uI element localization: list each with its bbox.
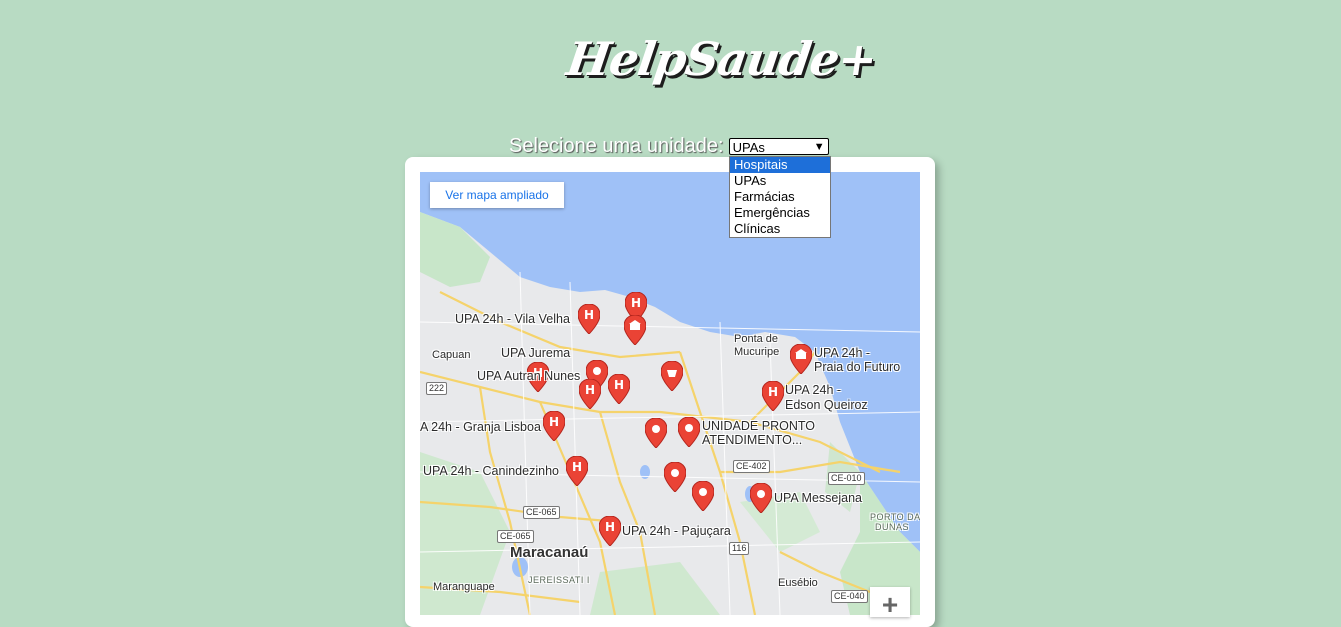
hospital-pin-icon[interactable]: H [579, 379, 601, 409]
map-view[interactable]: H H H H H H H H H UPA 24h - Vila Velha C… [420, 172, 920, 615]
map-label-jurema: UPA Jurema [501, 346, 571, 360]
zoom-in-button[interactable]: + [870, 587, 910, 620]
map-label-canindezinho: UPA 24h - Canindezinho [423, 464, 559, 478]
map-label-ponta-2: Mucuripe [734, 346, 780, 358]
road-shield: CE-065 [523, 506, 560, 519]
hospital-pin-icon[interactable]: H [762, 381, 784, 411]
location-pin-icon[interactable] [645, 418, 667, 448]
chevron-down-icon: ▼ [813, 140, 825, 153]
map-label-unidade-1: UNIDADE PRONTO [702, 419, 815, 433]
map-label-edson-2: Edson Queiroz [785, 398, 868, 412]
hospital-pin-icon[interactable]: H [578, 304, 600, 334]
map-label-eusebio: Eusébio [778, 577, 818, 589]
location-pin-icon[interactable] [750, 483, 772, 513]
map-label-porto-2: DUNAS [875, 522, 910, 532]
map-label-messejana: UPA Messejana [774, 491, 863, 505]
dropdown-option-clinicas[interactable]: Clínicas [730, 221, 830, 237]
map-label-futuro-1: UPA 24h - [814, 346, 871, 360]
unit-selector-label: Selecione uma unidade: [509, 134, 724, 157]
svg-text:H: H [614, 378, 624, 392]
map-label-edson-1: UPA 24h - [785, 383, 842, 397]
svg-text:H: H [585, 383, 595, 397]
svg-text:H: H [572, 460, 582, 474]
road-shield: CE-040 [831, 590, 868, 603]
location-pin-icon[interactable] [664, 462, 686, 492]
dropdown-option-hospitais[interactable]: Hospitais [730, 157, 830, 173]
hospital-pin-icon[interactable]: H [566, 456, 588, 486]
map-label-autran: UPA Autran Nunes [477, 369, 581, 383]
map-label-futuro-2: Praia do Futuro [814, 360, 901, 374]
dropdown-option-farmacias[interactable]: Farmácias [730, 189, 830, 205]
road-shield: CE-065 [497, 530, 534, 543]
svg-text:H: H [584, 308, 594, 322]
hospital-pin-icon[interactable]: H [543, 411, 565, 441]
government-pin-icon[interactable] [790, 344, 812, 374]
map-label-vila-velha: UPA 24h - Vila Velha [455, 312, 570, 326]
pharmacy-pin-icon[interactable] [661, 361, 683, 391]
road-shield: 222 [426, 382, 448, 395]
map-label-jereissati: JEREISSATI I [528, 575, 590, 585]
road-shield: CE-402 [733, 460, 770, 473]
unit-select-dropdown[interactable]: Hospitais UPAs Farmácias Emergências Clí… [729, 156, 831, 238]
app-logo: HelpSaude+ [563, 32, 880, 86]
hospital-pin-icon[interactable]: H [608, 374, 630, 404]
svg-text:H: H [768, 385, 778, 399]
svg-text:H: H [631, 296, 641, 310]
government-pin-icon[interactable] [624, 315, 646, 345]
map-label-unidade-2: ATENDIMENTO... [702, 433, 803, 447]
dropdown-option-upas[interactable]: UPAs [730, 173, 830, 189]
hospital-pin-icon[interactable]: H [599, 516, 621, 546]
svg-text:H: H [549, 415, 559, 429]
unit-select[interactable]: UPAs ▼ [728, 137, 829, 155]
map-label-granja: A 24h - Granja Lisboa [420, 420, 541, 434]
map-label-pajucara: UPA 24h - Pajuçara [622, 524, 731, 538]
map-label-maranguape: Maranguape [433, 581, 495, 593]
location-pin-icon[interactable] [692, 481, 714, 511]
road-shield: CE-010 [828, 472, 865, 485]
map-label-capuan: Capuan [432, 349, 471, 361]
location-pin-icon[interactable] [678, 417, 700, 447]
dropdown-option-emergencias[interactable]: Emergências [730, 205, 830, 221]
unit-select-value: UPAs [732, 139, 765, 155]
svg-text:H: H [605, 520, 615, 534]
view-larger-map-link[interactable]: Ver mapa ampliado [430, 182, 564, 208]
map-label-maracanau: Maracanaú [510, 544, 589, 561]
road-shield: 116 [729, 542, 750, 555]
map-canvas [420, 172, 920, 615]
